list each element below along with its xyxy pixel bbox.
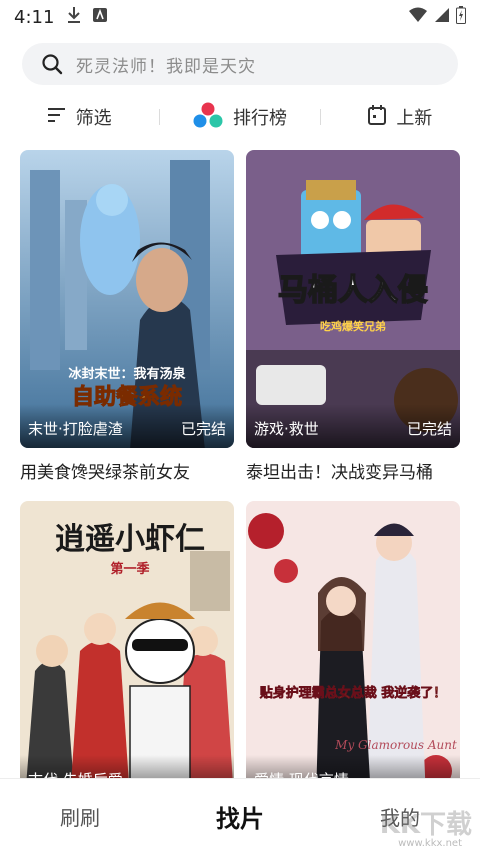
bottom-nav: 刷刷 找片 我的 KK下载 www.kkx.net [0, 778, 480, 853]
ranking-button[interactable]: 排行榜 [160, 102, 319, 133]
new-releases-button[interactable]: 上新 [321, 104, 480, 130]
comic-card[interactable]: 贴身护理霸总女总裁 我逆袭了！ My Glamorous Aunt 爱情·现代言… [246, 501, 460, 799]
comic-tag: 游戏·救世 [254, 420, 319, 438]
comic-card[interactable]: 冰封末世：我有汤泉 自助餐系统 末世·打脸虐渣 已完结 用美食馋哭绿茶前女友 [20, 150, 234, 483]
ranking-dots-icon [193, 102, 223, 133]
wifi-icon [408, 7, 428, 27]
cover-subtitle-text: My Glamorous Aunt [334, 738, 457, 752]
watermark-text: KK下载 [379, 810, 472, 840]
download-icon [66, 6, 82, 28]
status-bar: 4:11 [0, 0, 480, 34]
comic-cover[interactable]: 冰封末世：我有汤泉 自助餐系统 末世·打脸虐渣 已完结 [20, 150, 234, 448]
comic-cover[interactable]: 逍遥小虾仁 第一季 古代·先婚后爱 [20, 501, 234, 799]
comic-card[interactable]: 马桶人入侵 吃鸡爆笑兄弟 游戏·救世 已完结 泰坦出击！决战变异马桶 [246, 150, 460, 483]
comic-title[interactable]: 泰坦出击！决战变异马桶 [246, 458, 460, 483]
nav-tab-shuashua[interactable]: 刷刷 [0, 802, 160, 831]
comic-status: 已完结 [406, 420, 452, 438]
calendar-icon [368, 104, 387, 130]
search-bar[interactable]: 死灵法师！我即是天灾 [22, 43, 458, 85]
cover-title-text: 逍遥小虾仁 [55, 522, 205, 557]
comic-status: 已完结 [180, 420, 226, 438]
signal-icon [434, 7, 450, 27]
cover-subtitle-text: 冰封末世：我有汤泉 [68, 366, 186, 382]
filter-bar: 筛选 排行榜 上新 [0, 96, 480, 138]
filter-label: 筛选 [75, 108, 112, 129]
cover-title-text: 马桶人入侵 [278, 273, 428, 308]
comic-card[interactable]: 逍遥小虾仁 第一季 古代·先婚后爱 [20, 501, 234, 799]
nav-tab-zhaopian[interactable]: 找片 [160, 799, 320, 834]
comic-title[interactable]: 用美食馋哭绿茶前女友 [20, 458, 234, 483]
app-notification-icon [92, 7, 108, 27]
ranking-label: 排行榜 [232, 108, 287, 129]
filter-button[interactable]: 筛选 [0, 104, 159, 130]
watermark-url: www.kkx.net [398, 838, 462, 849]
search-placeholder: 死灵法师！我即是天灾 [76, 56, 256, 77]
new-releases-label: 上新 [396, 108, 433, 129]
comic-tag: 末世·打脸虐渣 [28, 420, 123, 438]
comic-cover[interactable]: 马桶人入侵 吃鸡爆笑兄弟 游戏·救世 已完结 [246, 150, 460, 448]
battery-icon [456, 6, 466, 28]
comic-cover[interactable]: 贴身护理霸总女总裁 我逆袭了！ My Glamorous Aunt 爱情·现代言… [246, 501, 460, 799]
cover-subtitle-text: 第一季 [110, 561, 149, 577]
cover-subtitle-text: 吃鸡爆笑兄弟 [320, 319, 386, 333]
filter-icon [47, 107, 66, 128]
search-icon [40, 52, 64, 76]
cover-title-text: 贴身护理霸总女总裁 我逆袭了！ [260, 685, 447, 701]
status-time: 4:11 [14, 6, 55, 28]
